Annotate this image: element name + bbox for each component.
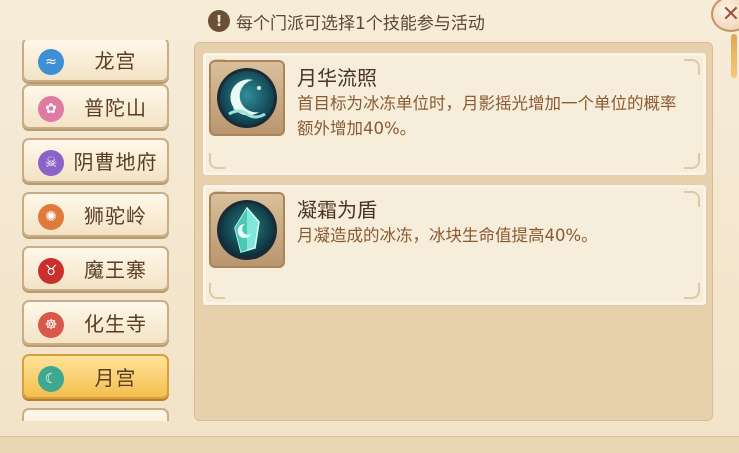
ice-crystal-icon — [217, 200, 277, 260]
dragon-wave-icon: ≈ — [38, 49, 64, 75]
sect-button-yuegong[interactable]: ☾ 月宫 — [22, 354, 169, 399]
dharma-wheel-icon: ☸ — [38, 312, 64, 338]
skill-description: 首目标为冰冻单位时，月影摇光增加一个单位的概率额外增加40%。 — [297, 94, 677, 138]
dialog-bottom-edge — [0, 436, 739, 453]
sect-button-putuoshan[interactable]: ✿ 普陀山 — [22, 84, 169, 129]
sect-button-shituoling[interactable]: ✺ 狮驼岭 — [22, 192, 169, 237]
lotus-icon: ✿ — [38, 96, 64, 122]
sect-label: 龙宫 — [94, 49, 137, 73]
close-icon: ✕ — [721, 1, 739, 27]
card-corner-ornament — [684, 191, 700, 207]
sect-label: 普陀山 — [84, 96, 147, 120]
moon-icon: ☾ — [38, 366, 64, 392]
notice-bar: ! 每个门派可选择1个技能参与活动 — [208, 8, 485, 34]
skill-name: 凝霜为盾 — [297, 198, 377, 222]
tassel-decoration — [731, 34, 737, 78]
notice-text: 每个门派可选择1个技能参与活动 — [236, 13, 485, 34]
skill-icon-frame[interactable] — [209, 60, 285, 136]
lion-claw-icon: ✺ — [38, 204, 64, 230]
card-corner-ornament — [684, 59, 700, 75]
crescent-moon-icon — [217, 68, 277, 128]
sect-list[interactable]: ≈ 龙宫 ✿ 普陀山 ☠ 阴曹地府 ✺ 狮驼岭 ♉ 魔王寨 ☸ 化生寺 ☾ 月宫 — [0, 40, 190, 421]
demon-bull-icon: ♉ — [38, 258, 64, 284]
sect-label: 月宫 — [94, 366, 137, 390]
sect-button-huashengsi[interactable]: ☸ 化生寺 — [22, 300, 169, 345]
sect-label: 魔王寨 — [84, 258, 147, 282]
sect-label: 阴曹地府 — [73, 150, 158, 174]
sect-button-longgong[interactable]: ≈ 龙宫 — [22, 40, 169, 82]
warning-icon: ! — [208, 10, 230, 32]
sect-button-yincaodifu[interactable]: ☠ 阴曹地府 — [22, 138, 169, 183]
card-corner-ornament — [684, 153, 700, 169]
sect-button-mowangzhai[interactable]: ♉ 魔王寨 — [22, 246, 169, 291]
skull-icon: ☠ — [38, 150, 64, 176]
skill-card[interactable]: 月华流照 首目标为冰冻单位时，月影摇光增加一个单位的概率额外增加40%。 — [202, 52, 707, 176]
card-corner-ornament — [684, 283, 700, 299]
sect-button-next-partial[interactable] — [22, 408, 169, 421]
skill-name: 月华流照 — [297, 66, 377, 90]
skill-card[interactable]: 凝霜为盾 月凝造成的冰冻，冰块生命值提高40%。 — [202, 184, 707, 306]
skill-description: 月凝造成的冰冻，冰块生命值提高40%。 — [297, 226, 598, 245]
skill-icon-frame[interactable] — [209, 192, 285, 268]
sect-label: 化生寺 — [84, 312, 147, 336]
sect-label: 狮驼岭 — [84, 204, 147, 228]
card-corner-ornament — [209, 153, 225, 169]
card-corner-ornament — [209, 283, 225, 299]
